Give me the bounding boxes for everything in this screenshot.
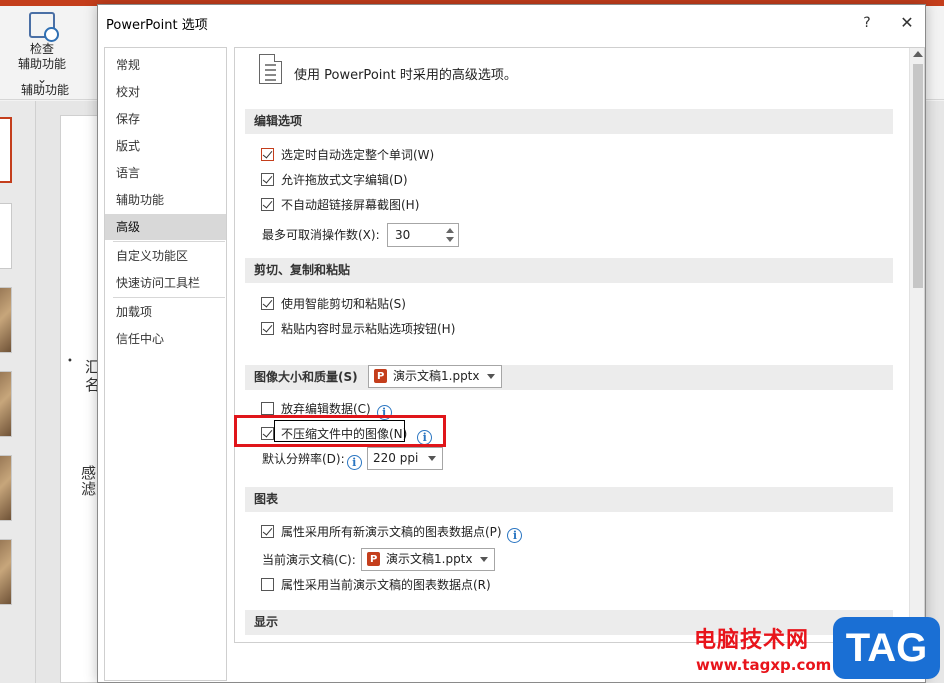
help-button[interactable]: ? — [855, 11, 879, 35]
pptx-file-icon — [374, 366, 387, 387]
options-content: 使用 PowerPoint 时采用的高级选项。 编辑选项 选定时自动选定整个单词… — [234, 47, 925, 643]
watermark-url: www.tagxp.com — [696, 656, 832, 674]
slide-bullet: • — [67, 356, 73, 367]
spinner-down-icon[interactable] — [446, 237, 454, 242]
pptx-file-icon — [367, 549, 380, 570]
dialog-title: PowerPoint 选项 — [106, 18, 208, 33]
slide-text: 滤 — [81, 480, 97, 498]
page-heading: 使用 PowerPoint 时采用的高级选项。 — [294, 68, 517, 83]
nav-divider — [113, 241, 225, 242]
chevron-down-icon — [428, 456, 436, 461]
current-presentation-label: 当前演示文稿(C): — [262, 553, 356, 567]
nav-item-general[interactable]: 常规 — [105, 52, 226, 78]
scrollbar-thumb[interactable] — [913, 64, 923, 288]
content-scrollbar[interactable] — [909, 48, 924, 642]
image-quality-file-dropdown[interactable]: 演示文稿1.pptx — [368, 365, 502, 388]
nav-item-language[interactable]: 语言 — [105, 160, 226, 186]
section-cut-copy-paste: 剪切、复制和粘贴 — [245, 258, 893, 283]
check-accessibility-button[interactable]: 检查 辅助功能 ⌄ — [12, 12, 72, 87]
undo-count-label: 最多可取消操作数(X): — [262, 228, 380, 242]
chevron-down-icon — [480, 557, 488, 562]
nav-item-quick-access-toolbar[interactable]: 快速访问工具栏 — [105, 270, 226, 296]
checkbox-unchecked[interactable] — [261, 402, 274, 415]
nav-divider — [113, 297, 225, 298]
check-btn-line1: 检查 — [29, 42, 54, 56]
default-resolution-label: 默认分辨率(D): i — [262, 449, 362, 470]
info-icon[interactable]: i — [507, 528, 523, 543]
options-page-icon — [259, 54, 282, 84]
checkbox-checked[interactable] — [261, 322, 274, 335]
nav-item-save[interactable]: 保存 — [105, 106, 226, 132]
chevron-down-icon — [487, 374, 495, 379]
slide-thumbnail[interactable] — [0, 455, 12, 521]
checkbox-checked[interactable] — [261, 525, 274, 538]
section-image-quality: 图像大小和质量(S) — [245, 365, 893, 390]
nav-item-layout[interactable]: 版式 — [105, 133, 226, 159]
nav-item-advanced[interactable]: 高级 — [105, 214, 226, 240]
nav-item-addins[interactable]: 加载项 — [105, 299, 226, 325]
slide-thumbnail[interactable] — [0, 203, 12, 269]
focus-rectangle — [274, 420, 405, 442]
nav-item-customize-ribbon[interactable]: 自定义功能区 — [105, 243, 226, 269]
option-no-auto-hyperlink-screenshot[interactable]: 不自动超链接屏幕截图(H) — [261, 195, 419, 215]
right-edge-area — [925, 101, 944, 683]
option-chart-datapoints-current[interactable]: 属性采用当前演示文稿的图表数据点(R) — [261, 575, 491, 595]
nav-item-proofing[interactable]: 校对 — [105, 79, 226, 105]
checkbox-unchecked[interactable] — [261, 578, 274, 591]
options-nav: 常规 校对 保存 版式 语言 辅助功能 高级 自定义功能区 快速访问工具栏 加载… — [104, 47, 227, 681]
current-presentation-dropdown[interactable]: 演示文稿1.pptx — [361, 548, 495, 571]
checkbox-checked[interactable] — [261, 198, 274, 211]
checkbox-checked[interactable] — [261, 148, 274, 161]
info-icon[interactable]: i — [346, 455, 362, 470]
default-resolution-dropdown[interactable]: 220 ppi — [367, 447, 443, 470]
watermark-text: 电脑技术网 — [694, 628, 810, 653]
accessibility-check-icon — [29, 12, 59, 42]
slide-thumbnail[interactable] — [0, 539, 12, 605]
spinner-up-icon[interactable] — [446, 228, 454, 233]
slide-canvas[interactable]: • 汇 名 感 滤 — [60, 115, 100, 683]
checkbox-checked[interactable] — [261, 297, 274, 310]
option-smart-cut-paste[interactable]: 使用智能剪切和粘贴(S) — [261, 294, 406, 314]
slide-thumbnail[interactable] — [0, 371, 12, 437]
powerpoint-options-dialog: PowerPoint 选项 ? ✕ 常规 校对 保存 版式 语言 辅助功能 高级… — [97, 4, 926, 683]
close-button[interactable]: ✕ — [893, 10, 921, 36]
ribbon-group-label: 辅助功能 — [20, 83, 69, 97]
option-auto-select-word[interactable]: 选定时自动选定整个单词(W) — [261, 145, 434, 165]
scroll-up-icon[interactable] — [913, 51, 923, 57]
undo-count-spinner[interactable]: 30 — [387, 223, 459, 247]
slide-thumbnail[interactable] — [0, 287, 12, 353]
nav-item-accessibility[interactable]: 辅助功能 — [105, 187, 226, 213]
slide-thumbnail-panel — [0, 101, 36, 683]
nav-item-trust-center[interactable]: 信任中心 — [105, 326, 226, 352]
section-editing: 编辑选项 — [245, 109, 893, 134]
option-chart-datapoints-all[interactable]: 属性采用所有新演示文稿的图表数据点(P) i — [261, 522, 523, 543]
slide-thumbnail[interactable] — [0, 117, 12, 183]
checkbox-checked[interactable] — [261, 173, 274, 186]
option-drag-drop-edit[interactable]: 允许拖放式文字编辑(D) — [261, 170, 408, 190]
watermark-logo: TAG — [833, 617, 940, 679]
section-chart: 图表 — [245, 487, 893, 512]
option-show-paste-options[interactable]: 粘贴内容时显示粘贴选项按钮(H) — [261, 319, 455, 339]
